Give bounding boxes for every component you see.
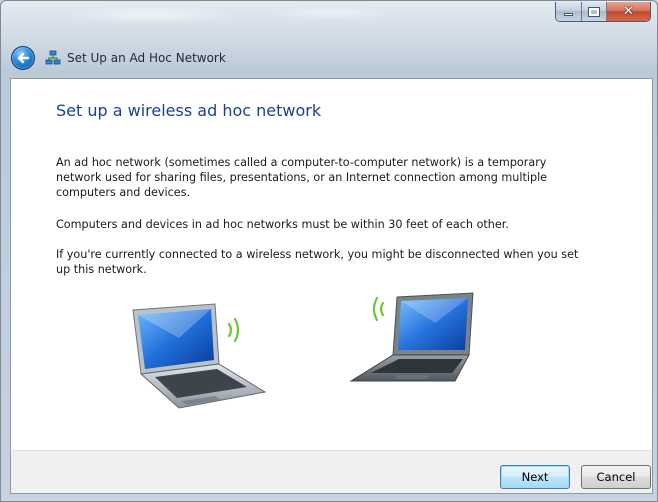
- next-button[interactable]: Next: [500, 465, 570, 489]
- close-icon: ✕: [623, 4, 634, 19]
- window-frame: ✕ Set Up an Ad Hoc Network Set up a wire…: [0, 0, 658, 502]
- description-paragraph: An ad hoc network (sometimes called a co…: [56, 156, 548, 199]
- caption-buttons: ✕: [555, 2, 651, 22]
- navigation-bar: Set Up an Ad Hoc Network: [11, 45, 226, 71]
- maximize-button[interactable]: [582, 2, 607, 21]
- ad-hoc-network-icon: [45, 50, 61, 65]
- wizard-footer: Next Cancel: [10, 450, 653, 494]
- close-button[interactable]: ✕: [607, 2, 650, 21]
- back-arrow-icon: [17, 52, 30, 64]
- disconnect-warning-paragraph: If you're currently connected to a wirel…: [56, 248, 579, 276]
- wizard-content: Set up a wireless ad hoc network An ad h…: [10, 78, 653, 450]
- wifi-signal-icon: [372, 296, 385, 322]
- laptop-left-illustration: [132, 303, 267, 409]
- wifi-signal-icon: [227, 317, 240, 343]
- back-button[interactable]: [11, 46, 35, 70]
- cancel-button[interactable]: Cancel: [581, 465, 651, 489]
- maximize-icon: [588, 6, 600, 17]
- range-note-paragraph: Computers and devices in ad hoc networks…: [56, 218, 509, 231]
- page-heading: Set up a wireless ad hoc network: [56, 101, 322, 120]
- laptop-right-illustration: [349, 292, 474, 382]
- minimize-icon: [564, 13, 573, 16]
- window-title: Set Up an Ad Hoc Network: [67, 51, 226, 65]
- minimize-button[interactable]: [556, 2, 582, 21]
